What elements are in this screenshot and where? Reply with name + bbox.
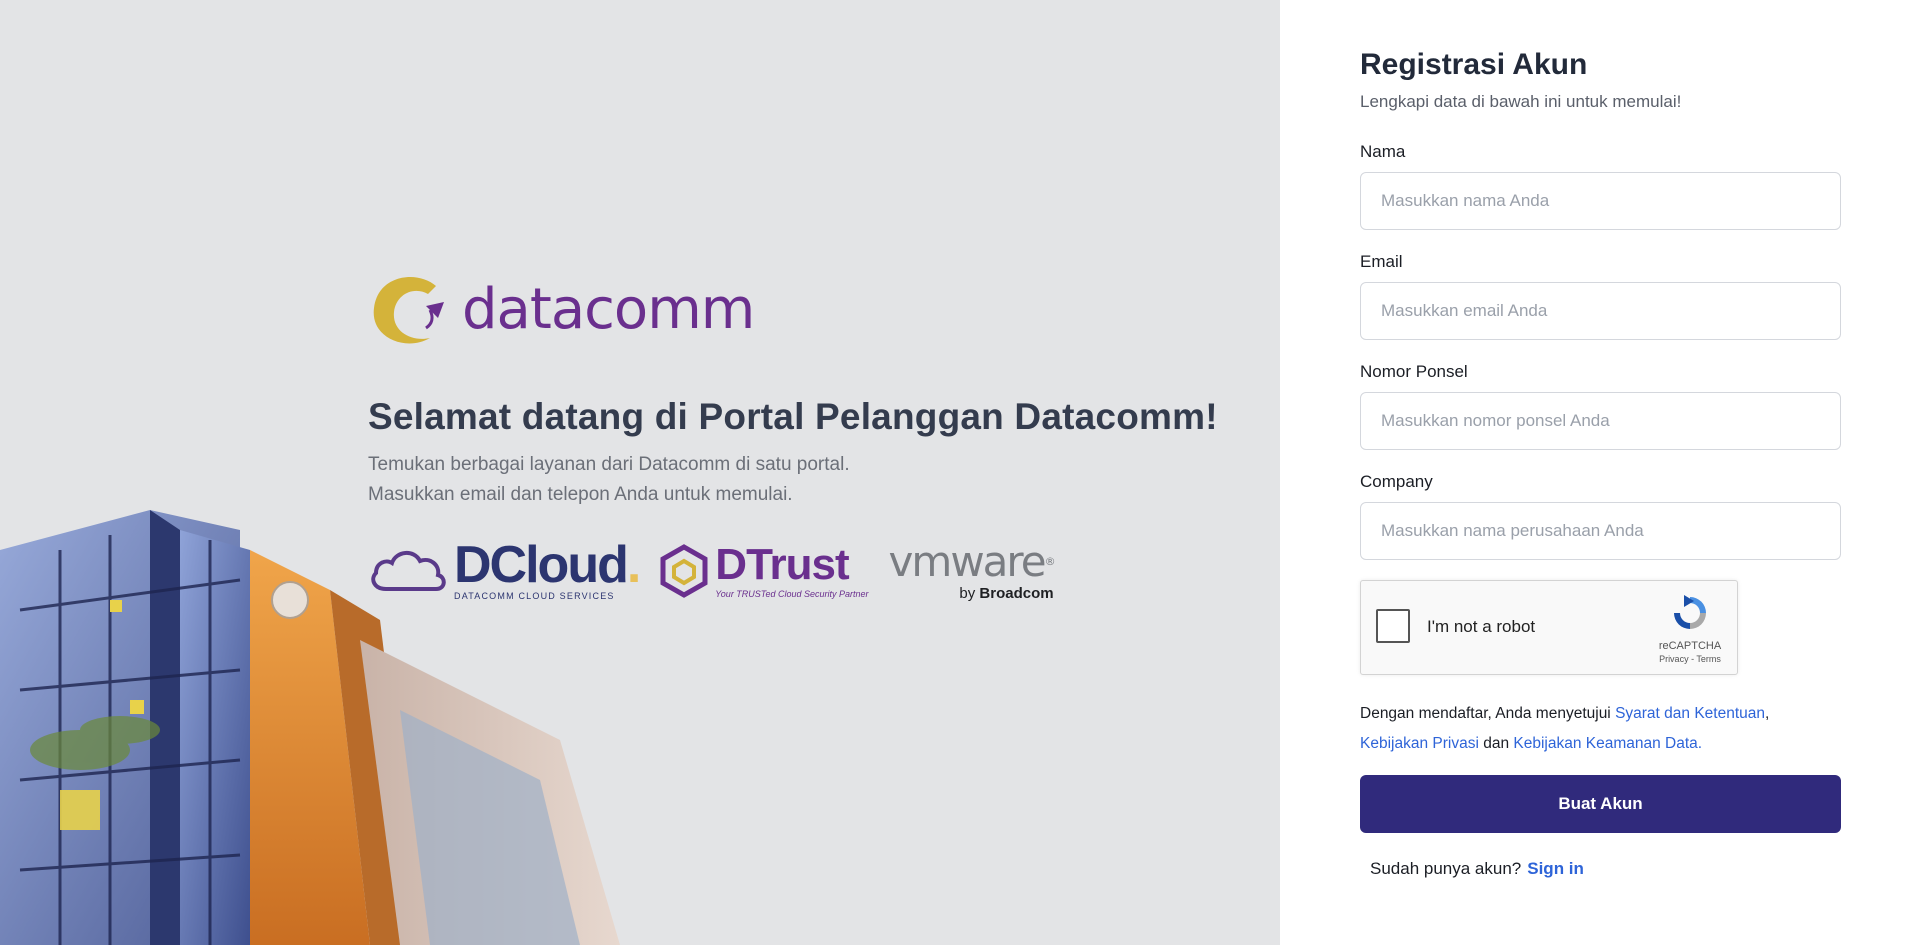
recaptcha-privacy-link[interactable]: Privacy <box>1659 654 1689 664</box>
datacomm-wordmark: datacomm <box>462 277 755 342</box>
dtrust-tagline: Your TRUSTed Cloud Security Partner <box>715 589 869 599</box>
hero-subtitle-line2: Masukkan email dan telepon Anda untuk me… <box>368 484 793 505</box>
email-field-group: Email <box>1360 252 1841 340</box>
phone-label: Nomor Ponsel <box>1360 362 1468 381</box>
dtrust-wordmark: DTrust <box>715 540 849 589</box>
hero-subtitle: Temukan berbagai layanan dari Datacomm d… <box>368 450 1248 510</box>
registration-panel: Registrasi Akun Lengkapi data di bawah i… <box>1280 0 1920 945</box>
datacomm-logo: datacomm <box>368 272 1248 348</box>
recaptcha-label: I'm not a robot <box>1427 617 1536 636</box>
terms-link[interactable]: Syarat dan Ketentuan <box>1615 705 1765 722</box>
vmware-wordmark: vmware® <box>888 536 1056 586</box>
dcloud-tagline: DATACOMM CLOUD SERVICES <box>454 591 615 601</box>
recaptcha-widget: I'm not a robot reCAPTCHA Privacy - Term… <box>1360 580 1738 675</box>
dtrust-logo: DTrust Your TRUSTed Cloud Security Partn… <box>659 540 869 599</box>
company-label: Company <box>1360 472 1433 491</box>
privacy-policy-link[interactable]: Kebijakan Privasi <box>1360 735 1479 752</box>
data-security-policy-link[interactable]: Kebijakan Keamanan Data. <box>1513 735 1702 752</box>
vmware-logo: vmware® by Broadcom <box>888 536 1056 602</box>
email-input[interactable] <box>1360 282 1841 340</box>
partner-logos: DCloud. DATACOMM CLOUD SERVICES DTrust Y… <box>368 538 1248 604</box>
cloud-icon <box>371 551 446 591</box>
dcloud-logo: DCloud. DATACOMM CLOUD SERVICES <box>368 536 641 601</box>
hexagon-shield-icon <box>660 544 708 598</box>
phone-input[interactable] <box>1360 392 1841 450</box>
recaptcha-links: Privacy - Terms <box>1659 654 1721 664</box>
datacomm-swirl-icon <box>373 276 444 344</box>
signin-prompt: Sudah punya akun? Sign in <box>1370 859 1584 878</box>
dcloud-wordmark: DCloud. <box>454 536 641 594</box>
registration-form: Registrasi Akun Lengkapi data di bawah i… <box>1360 48 1841 879</box>
recaptcha-arrows-icon <box>1674 595 1706 629</box>
recaptcha-terms-link[interactable]: Terms <box>1696 654 1721 664</box>
name-input[interactable] <box>1360 172 1841 230</box>
hero: datacomm Selamat datang di Portal Pelang… <box>368 272 1248 604</box>
hero-subtitle-line1: Temukan berbagai layanan dari Datacomm d… <box>368 454 850 475</box>
recaptcha-brand: reCAPTCHA <box>1658 640 1722 652</box>
email-label: Email <box>1360 252 1403 271</box>
signin-link[interactable]: Sign in <box>1527 859 1584 878</box>
recaptcha-logo: reCAPTCHA Privacy - Terms <box>1655 593 1725 664</box>
phone-field-group: Nomor Ponsel <box>1360 362 1841 450</box>
terms-text: Dengan mendaftar, Anda menyetujui Syarat… <box>1360 705 1770 752</box>
name-label: Nama <box>1360 142 1406 161</box>
recaptcha-checkbox[interactable] <box>1376 609 1410 643</box>
company-field-group: Company <box>1360 472 1841 560</box>
vmware-by-broadcom: by Broadcom <box>959 584 1054 602</box>
left-panel: datacomm Selamat datang di Portal Pelang… <box>0 0 1280 945</box>
name-field-group: Nama <box>1360 142 1841 230</box>
form-title: Registrasi Akun <box>1360 48 1588 81</box>
welcome-title: Selamat datang di Portal Pelanggan Datac… <box>368 396 1218 437</box>
form-subtitle: Lengkapi data di bawah ini untuk memulai… <box>1360 92 1682 111</box>
company-input[interactable] <box>1360 502 1841 560</box>
create-account-button[interactable]: Buat Akun <box>1360 775 1841 833</box>
